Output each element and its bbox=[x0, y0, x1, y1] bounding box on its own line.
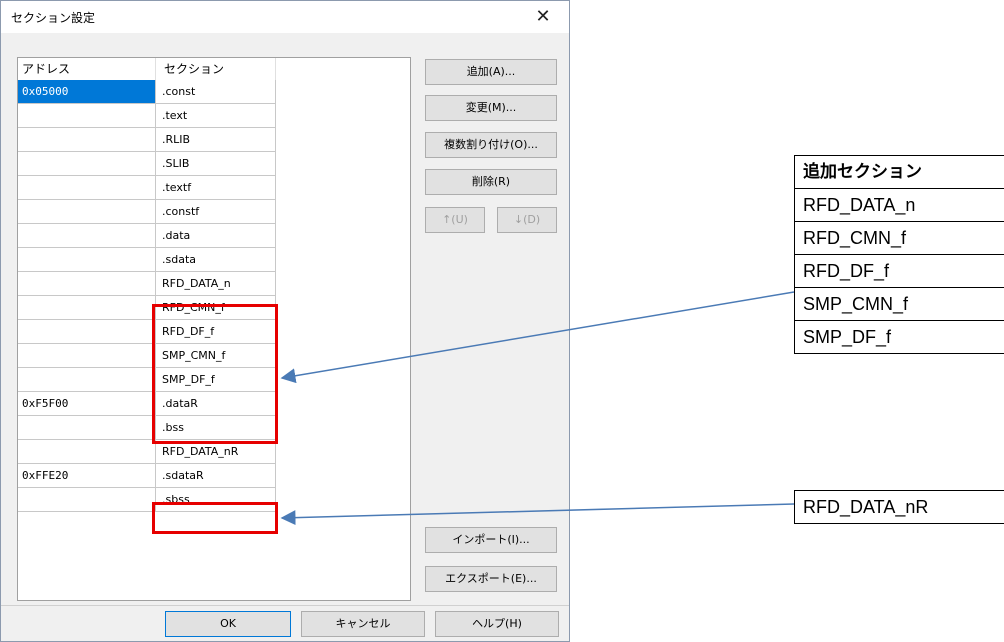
added-section-item: RFD_CMN_f bbox=[794, 221, 1004, 255]
arrow-to-rfd-data-nr bbox=[280, 503, 795, 526]
added-section-item: RFD_DATA_n bbox=[794, 188, 1004, 222]
added-section-item: RFD_DF_f bbox=[794, 254, 1004, 288]
added-section-item: SMP_CMN_f bbox=[794, 287, 1004, 321]
added-section-item: SMP_DF_f bbox=[794, 320, 1004, 354]
arrow-to-added-sections bbox=[280, 291, 795, 384]
added-sections-header: 追加セクション bbox=[794, 155, 1004, 189]
added-section-extra: RFD_DATA_nR bbox=[794, 490, 1004, 524]
